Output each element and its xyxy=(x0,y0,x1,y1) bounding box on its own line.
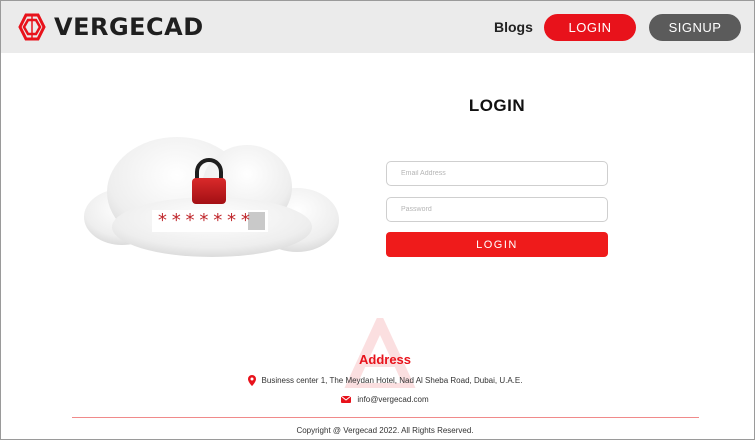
map-pin-icon xyxy=(247,375,256,386)
masked-password-text: ******* xyxy=(157,210,254,231)
mail-icon xyxy=(341,396,352,403)
nav-login-button[interactable]: LOGIN xyxy=(544,14,636,41)
email-link[interactable]: info@vergecad.com xyxy=(357,395,428,404)
navbar: VERGECAD Blogs LOGIN SIGNUP xyxy=(1,1,754,53)
password-field[interactable] xyxy=(386,197,608,222)
login-title: LOGIN xyxy=(468,96,526,115)
vergecad-logo-icon xyxy=(18,13,46,41)
address-line: Business center 1, The Meydan Hotel, Nad… xyxy=(0,375,755,386)
copyright-text: Copyright @ Vergecad 2022. All Rights Re… xyxy=(296,426,474,435)
email-field[interactable] xyxy=(386,161,608,186)
nav-signup-button[interactable]: SIGNUP xyxy=(649,14,741,41)
nav-link-blogs[interactable]: Blogs xyxy=(494,19,533,35)
cloud-lock-illustration xyxy=(84,137,339,257)
email-line: info@vergecad.com xyxy=(0,395,755,404)
login-submit-button[interactable]: LOGIN xyxy=(386,232,608,257)
footer-divider xyxy=(72,417,699,418)
brand-logo[interactable]: VERGECAD xyxy=(18,11,204,43)
brand-name: VERGECAD xyxy=(54,13,204,41)
address-title: Address xyxy=(358,352,412,367)
address-text: Business center 1, The Meydan Hotel, Nad… xyxy=(261,376,523,385)
